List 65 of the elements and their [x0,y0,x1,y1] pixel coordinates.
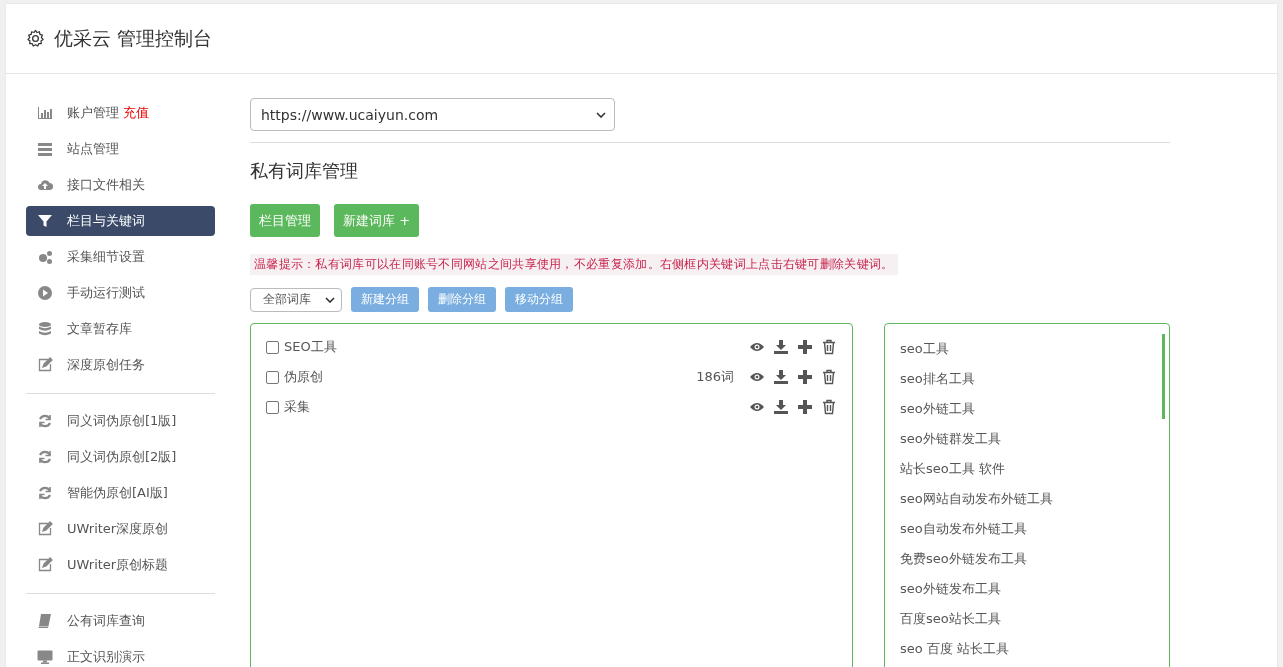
keyword-item[interactable]: 免费seo外链发布工具 [900,550,1027,568]
plus-icon[interactable] [797,369,813,385]
settings-icon [26,29,45,48]
sidebar-item[interactable]: UWriter原创标题 [26,550,215,580]
checkbox[interactable] [266,370,279,384]
page-title: 优采云 管理控制台 [54,25,213,51]
keyword-item[interactable]: 百度seo站长工具 [900,610,1001,628]
edit-icon [37,521,53,537]
sidebar-item[interactable]: 深度原创任务 [26,350,215,380]
sidebar-item[interactable]: 账户管理 充值 [26,98,215,128]
checkbox[interactable] [266,340,279,354]
caret-icon [325,296,335,303]
keyword-item[interactable]: seo外链工具 [900,400,975,418]
book-icon [37,613,53,629]
keyword-item[interactable]: seo工具 [900,340,949,358]
sidebar-item[interactable]: 文章暂存库 [26,314,215,344]
keyword-item[interactable]: seo自动发布外链工具 [900,520,1027,538]
sidebar-item[interactable]: 智能伪原创[AI版] [26,478,215,508]
sidebar-item[interactable]: 同义词伪原创[2版] [26,442,215,472]
library-name[interactable]: 伪原创 [284,368,697,386]
edit-icon [37,557,53,573]
refresh-icon [37,485,53,501]
library-name[interactable]: 采集 [284,398,741,416]
sidebar-item[interactable]: 接口文件相关 [26,170,215,200]
edit-icon [37,357,53,373]
download-icon[interactable] [773,369,789,385]
plus-icon[interactable] [797,339,813,355]
library-select[interactable]: 全部词库 [250,287,342,312]
sidebar-item[interactable]: 公有词库查询 [26,606,215,636]
caret-icon [596,111,606,118]
chart-icon [37,105,53,121]
library-name[interactable]: SEO工具 [284,338,741,356]
keyword-item[interactable]: seo外链群发工具 [900,430,1001,448]
sidebar-item[interactable]: UWriter深度原创 [26,514,215,544]
sidebar-item[interactable]: 栏目与关键词 [26,206,215,236]
keyword-item[interactable]: seo外链发布工具 [900,580,1001,598]
server-icon [37,141,53,157]
checkbox[interactable] [266,400,279,414]
refresh-icon [37,413,53,429]
sidebar-item[interactable]: 站点管理 [26,134,215,164]
sidebar-item[interactable]: 采集细节设置 [26,242,215,272]
cloud-icon [37,177,53,193]
keyword-item[interactable]: seo排名工具 [900,370,975,388]
word-count: 186词 [696,368,734,386]
trash-icon[interactable] [821,369,837,385]
site-select[interactable]: https://www.ucaiyun.com [250,98,615,131]
sidebar-item[interactable]: 手动运行测试 [26,278,215,308]
section-heading: 私有词库管理 [250,159,359,183]
download-icon[interactable] [773,339,789,355]
trash-icon[interactable] [821,339,837,355]
download-icon[interactable] [773,399,789,415]
play-icon [37,285,53,301]
tip-text: 温馨提示：私有词库可以在同账号不同网站之间共享使用，不必重复添加。右侧框内关键词上点击右键可删除关键词。 [250,254,898,275]
trash-icon[interactable] [821,399,837,415]
monitor-icon [37,649,53,665]
refresh-icon [37,449,53,465]
filter-icon [37,213,53,229]
keyword-item[interactable]: seo 百度 站长工具 [900,640,1009,658]
sidebar-item[interactable]: 正文识别演示 [26,642,215,667]
keyword-item[interactable]: 站长seo工具 软件 [900,460,1005,478]
recharge-link[interactable]: 充值 [123,104,149,122]
sidebar-item[interactable]: 同义词伪原创[1版] [26,406,215,436]
database-icon [37,321,53,337]
plus-icon[interactable] [797,399,813,415]
keyword-item[interactable]: seo网站自动发布外链工具 [900,490,1053,508]
